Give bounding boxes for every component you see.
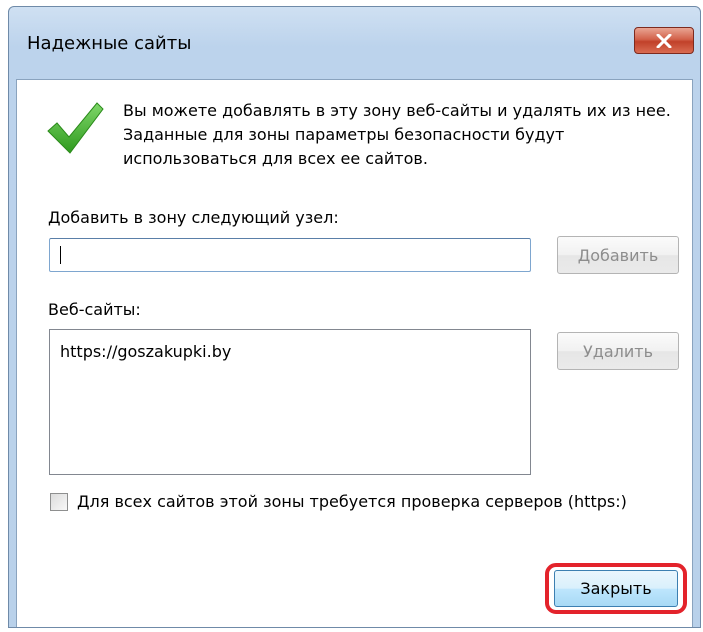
add-site-label: Добавить в зону следующий узел: (48, 208, 339, 227)
window-close-button[interactable] (634, 27, 694, 54)
https-checkbox[interactable] (50, 493, 68, 511)
websites-label: Веб-сайты: (48, 300, 141, 319)
title-bar: Надежные сайты (9, 7, 700, 79)
text-caret (60, 246, 61, 264)
add-button[interactable]: Добавить (557, 236, 679, 274)
close-icon (656, 33, 672, 48)
https-checkbox-label[interactable]: Для всех сайтов этой зоны требуется пров… (77, 492, 627, 511)
websites-list[interactable]: https://goszakupki.by (49, 329, 531, 475)
remove-button[interactable]: Удалить (557, 332, 679, 370)
list-item[interactable]: https://goszakupki.by (60, 342, 231, 361)
close-button[interactable]: Закрыть (554, 570, 678, 607)
checkmark-icon (47, 102, 104, 154)
info-text: Вы можете добавлять в эту зону веб-сайты… (123, 101, 671, 168)
add-site-input[interactable] (49, 238, 531, 272)
window-title: Надежные сайты (27, 33, 192, 54)
dialog-client-area: Вы можете добавлять в эту зону веб-сайты… (16, 79, 693, 627)
trusted-sites-dialog: Надежные сайты Вы можете добавлять в эту… (8, 6, 701, 628)
